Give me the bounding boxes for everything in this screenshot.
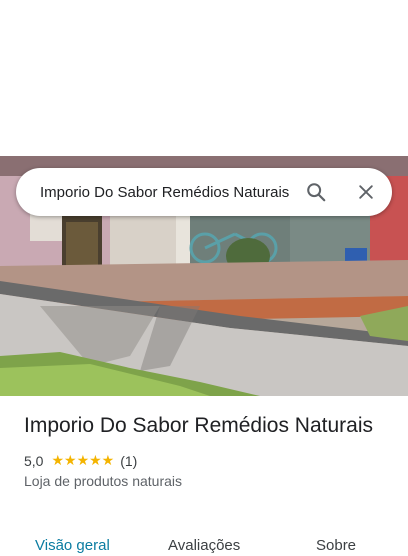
tab-reviews[interactable]: Avaliações (168, 537, 240, 554)
rating-row[interactable]: 5,0 ★★★★★ (1) (24, 452, 384, 469)
close-icon (359, 185, 373, 199)
place-category[interactable]: Loja de produtos naturais (24, 473, 384, 489)
search-icon (307, 183, 326, 202)
tab-overview[interactable]: Visão geral (35, 537, 110, 554)
search-input[interactable]: Imporio Do Sabor Remédios Naturais (40, 184, 290, 201)
place-tabs: Visão geral Avaliações Sobre (0, 532, 408, 556)
search-button[interactable] (302, 178, 330, 206)
search-bar[interactable]: Imporio Do Sabor Remédios Naturais (16, 168, 392, 216)
tab-about[interactable]: Sobre (316, 537, 356, 554)
clear-search-button[interactable] (352, 178, 380, 206)
star-rating-icon: ★★★★★ (51, 452, 115, 468)
review-count[interactable]: (1) (120, 453, 137, 469)
rating-value: 5,0 (24, 452, 44, 469)
place-title: Imporio Do Sabor Remédios Naturais (24, 414, 373, 437)
place-info: Imporio Do Sabor Remédios Naturais 5,0 ★… (24, 412, 384, 489)
